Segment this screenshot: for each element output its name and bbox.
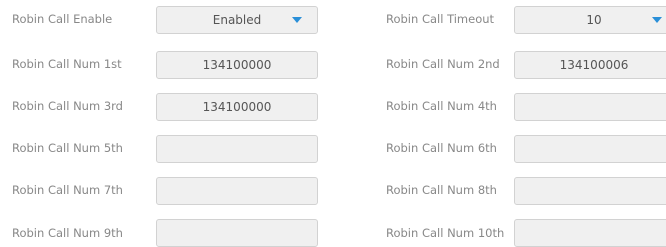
robin-call-num-3rd-label: Robin Call Num 3rd (12, 99, 123, 113)
robin-call-num-9th-input[interactable] (156, 219, 318, 247)
robin-call-timeout-value: 10 (586, 13, 602, 27)
robin-call-num-1st-label: Robin Call Num 1st (12, 57, 122, 71)
robin-call-num-7th-label: Robin Call Num 7th (12, 183, 123, 197)
robin-call-enable-value: Enabled (212, 13, 262, 27)
robin-call-num-6th-input[interactable] (514, 135, 666, 163)
robin-call-timeout-label: Robin Call Timeout (386, 12, 495, 26)
robin-call-num-9th-label: Robin Call Num 9th (12, 226, 123, 240)
robin-call-num-8th-label: Robin Call Num 8th (386, 183, 497, 197)
robin-call-num-1st-input[interactable]: 134100000 (156, 51, 318, 79)
robin-call-num-6th-label: Robin Call Num 6th (386, 141, 497, 155)
robin-call-num-4th-label: Robin Call Num 4th (386, 99, 497, 113)
caret-down-icon (292, 17, 302, 23)
robin-call-num-4th-input[interactable] (514, 93, 666, 121)
robin-call-num-7th-input[interactable] (156, 177, 318, 205)
robin-call-num-10th-label: Robin Call Num 10th (386, 226, 505, 240)
robin-call-num-2nd-label: Robin Call Num 2nd (386, 57, 500, 71)
robin-call-num-10th-input[interactable] (514, 219, 666, 247)
robin-call-timeout-select[interactable]: 10 (514, 6, 666, 34)
robin-call-enable-label: Robin Call Enable (12, 12, 113, 26)
robin-call-num-3rd-input[interactable]: 134100000 (156, 93, 318, 121)
caret-down-icon (652, 17, 662, 23)
robin-call-enable-select[interactable]: Enabled (156, 6, 318, 34)
robin-call-num-8th-input[interactable] (514, 177, 666, 205)
robin-call-num-2nd-input[interactable]: 134100006 (514, 51, 666, 79)
robin-call-num-5th-label: Robin Call Num 5th (12, 141, 123, 155)
robin-call-num-5th-input[interactable] (156, 135, 318, 163)
